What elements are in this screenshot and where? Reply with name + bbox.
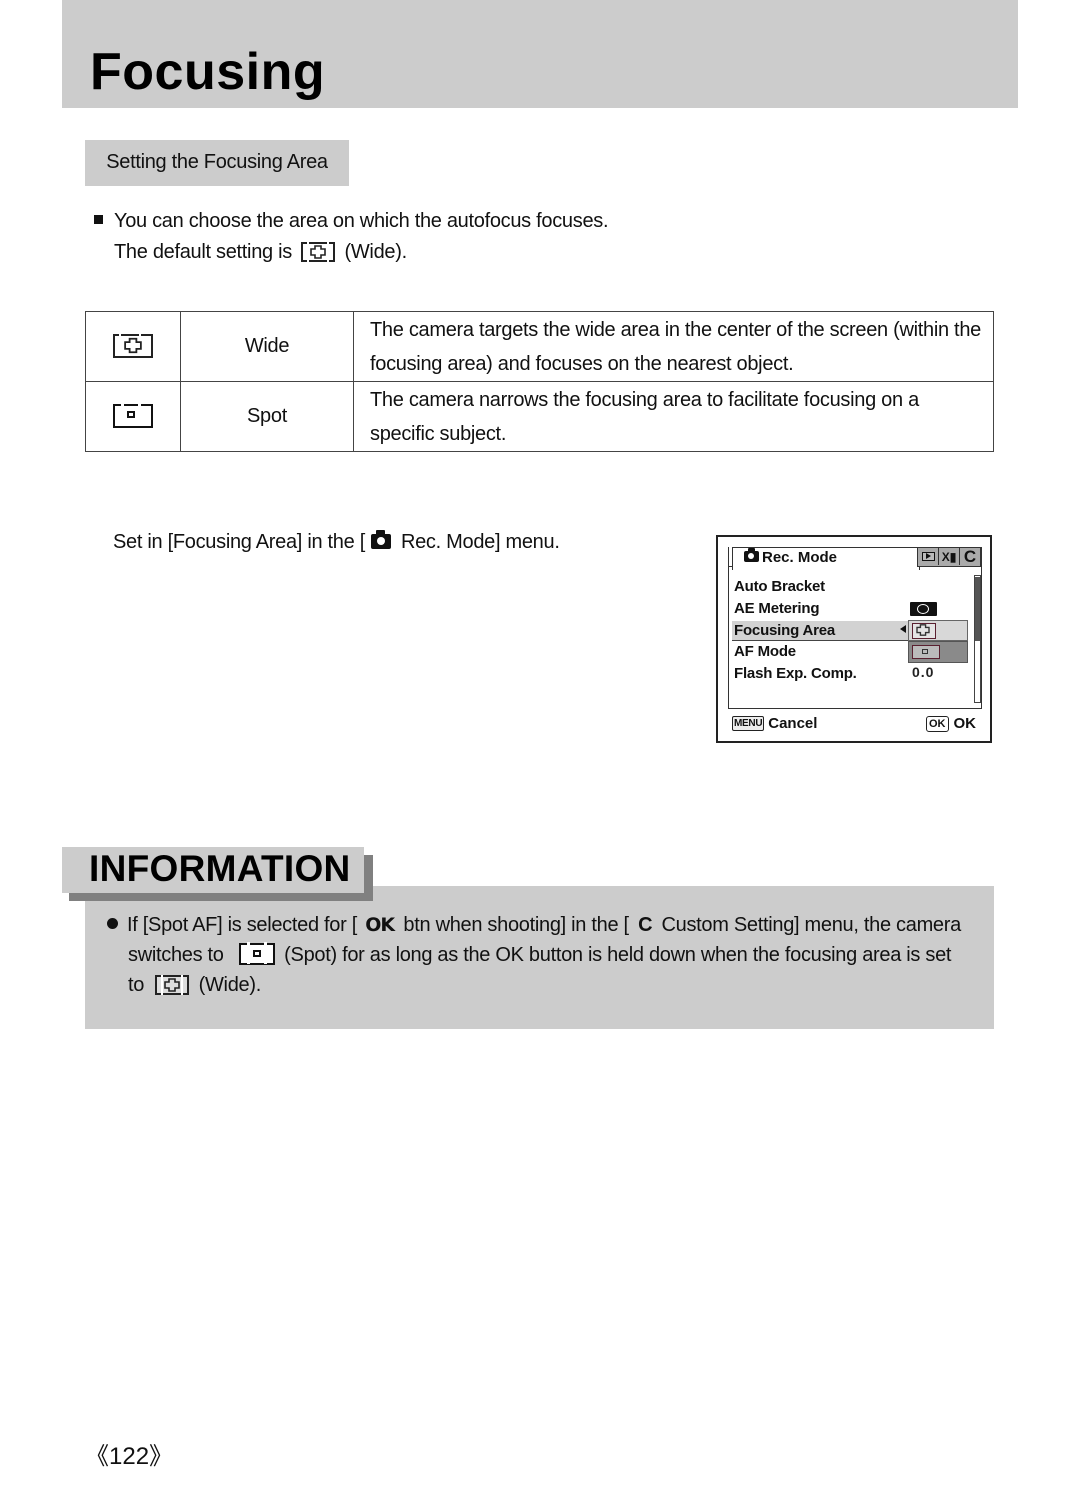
info-text-part: Custom Setting] menu, the camera (661, 914, 962, 936)
menu-item-ae-metering[interactable]: AE Metering (734, 600, 820, 617)
page-title: Focusing (90, 43, 326, 101)
menu-item-af-mode[interactable]: AF Mode (734, 643, 796, 660)
dropdown-option-wide[interactable] (908, 620, 968, 641)
ok-button[interactable]: OK OK (926, 715, 976, 732)
menu-tabs-right: X▮ C (917, 547, 981, 567)
set-in-suffix: Rec. Mode] menu. (400, 531, 560, 553)
custom-setting-c-icon: C (638, 914, 653, 936)
setup-icon: X▮ (941, 549, 957, 564)
square-bullet-icon (94, 215, 103, 224)
tab-rec-mode-label: Rec. Mode (744, 548, 838, 566)
mode-name: Spot (180, 381, 354, 452)
mode-description: The camera narrows the focusing area to … (353, 381, 994, 452)
set-in-prefix: Set in [Focusing Area] in the [ (113, 531, 365, 553)
info-text-part: (Wide). (198, 974, 262, 996)
table-row: Spot The camera narrows the focusing are… (85, 381, 994, 452)
title-bar: Focusing (62, 0, 1018, 108)
information-text: If [Spot AF] is selected for [ OK btn wh… (107, 910, 982, 1000)
intro-line-2-prefix: The default setting is (114, 241, 292, 263)
intro-text: You can choose the area on which the aut… (94, 206, 609, 268)
round-bullet-icon (107, 918, 118, 929)
metering-icon (910, 602, 937, 616)
camera-icon (744, 548, 759, 562)
info-text-part: btn when shooting] in the [ (403, 914, 629, 936)
menu-key-icon: MENU (732, 716, 765, 731)
info-text-part: switches to (128, 944, 224, 966)
flash-exp-comp-value: 0.0 (912, 664, 935, 680)
info-text-part: to (128, 974, 145, 996)
cancel-button[interactable]: MENU Cancel (732, 715, 817, 732)
camera-menu-screenshot: Rec. Mode X▮ C Auto Bracket AE Metering … (716, 535, 992, 743)
tab-title-text: Rec. Mode (762, 549, 838, 566)
ok-label: OK (953, 715, 977, 732)
scrollbar-thumb[interactable] (975, 577, 980, 641)
intro-line-2-suffix: (Wide). (344, 241, 407, 263)
menu-item-flash-exp-comp[interactable]: Flash Exp. Comp. (734, 665, 857, 682)
set-in-instruction: Set in [Focusing Area] in the [ Rec. Mode… (113, 530, 560, 554)
af-wide-icon (301, 242, 336, 262)
af-spot-icon (238, 942, 275, 965)
af-wide-icon (912, 623, 936, 639)
table-row: Wide The camera targets the wide area in… (85, 311, 994, 382)
info-text-part: If [Spot AF] is selected for [ (127, 914, 357, 936)
info-text-part: (Spot) for as long as the OK button is h… (284, 944, 952, 966)
mode-name: Wide (180, 311, 354, 382)
af-wide-icon (113, 333, 153, 358)
camera-icon (370, 530, 391, 549)
intro-line-1: You can choose the area on which the aut… (114, 210, 609, 232)
cancel-label: Cancel (768, 715, 818, 732)
dropdown-option-spot[interactable] (908, 641, 968, 663)
playback-icon (921, 552, 935, 561)
page-number: 《122》 (85, 1443, 174, 1470)
ok-button-glyph-icon: OK (365, 914, 395, 936)
af-spot-icon (912, 645, 940, 659)
menu-item-focusing-area[interactable]: Focusing Area (734, 622, 835, 639)
menu-item-auto-bracket[interactable]: Auto Bracket (734, 578, 825, 595)
focus-mode-table: Wide The camera targets the wide area in… (85, 311, 994, 452)
tab-playback[interactable] (918, 548, 939, 565)
ok-key-icon: OK (926, 715, 949, 732)
af-wide-icon (155, 975, 190, 995)
arrow-left-icon (900, 625, 906, 633)
section-heading: Setting the Focusing Area (85, 140, 349, 186)
mode-description: The camera targets the wide area in the … (353, 311, 994, 382)
tab-setup[interactable]: X▮ (939, 548, 960, 565)
af-spot-icon (113, 402, 153, 428)
tab-custom[interactable]: C (960, 546, 980, 566)
information-heading: INFORMATION (89, 848, 351, 889)
custom-c-icon: C (963, 546, 977, 566)
